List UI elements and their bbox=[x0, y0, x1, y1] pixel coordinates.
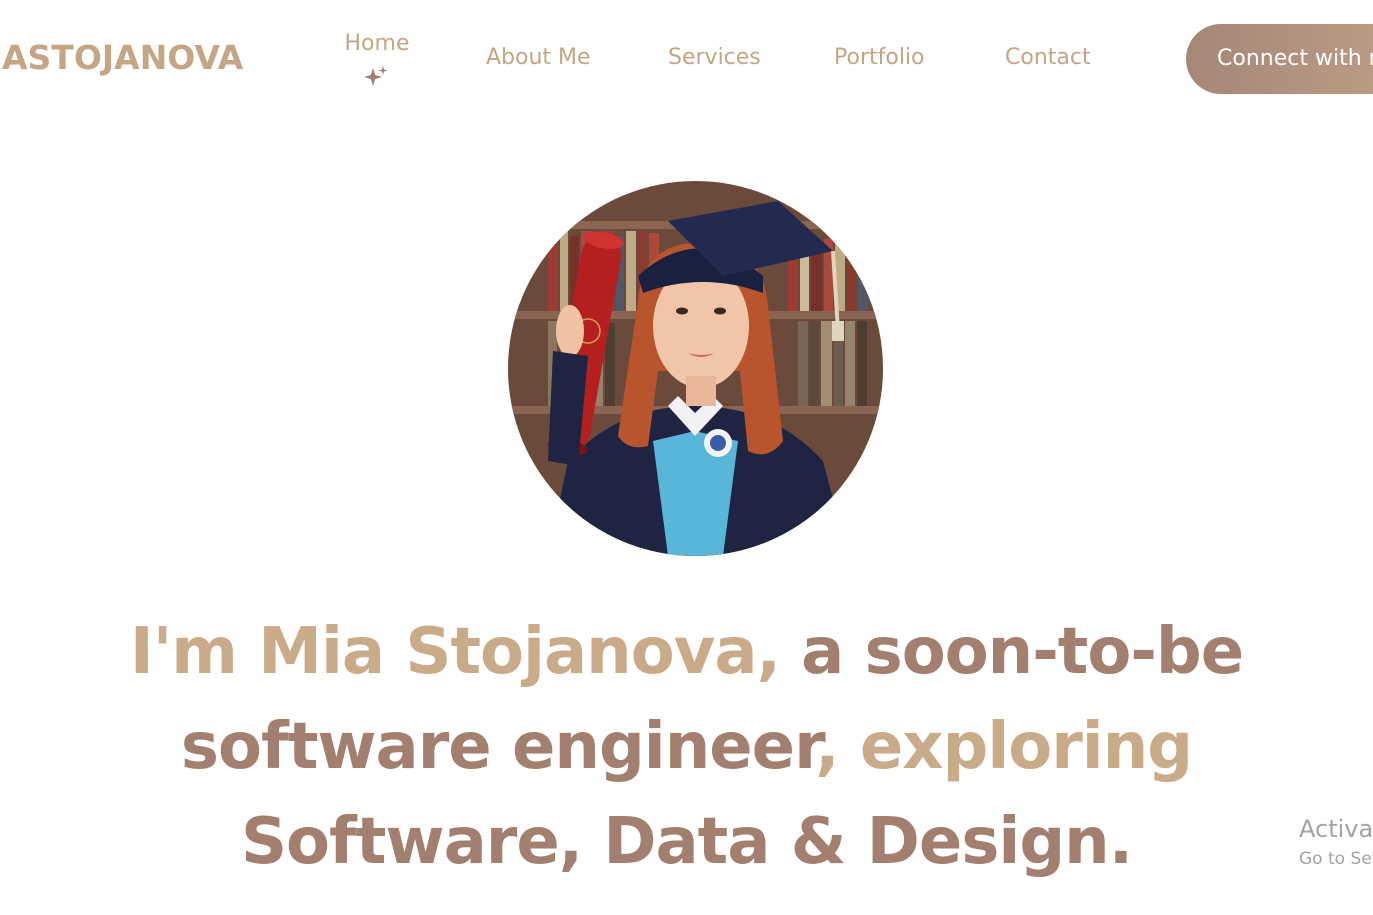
nav-item-portfolio[interactable]: Portfolio bbox=[834, 45, 925, 70]
page: ASTOJANOVA Home About Me Services Portfo… bbox=[0, 0, 1373, 915]
hero-headline: I'm Mia Stojanova, a soon-to-be software… bbox=[0, 605, 1373, 890]
headline-fields: Software, Data & Design. bbox=[240, 805, 1133, 879]
nav-item-contact[interactable]: Contact bbox=[1005, 45, 1091, 70]
headline-intro: I'm Mia Stojanova, bbox=[129, 615, 802, 689]
avatar bbox=[508, 181, 883, 556]
site-logo[interactable]: ASTOJANOVA bbox=[2, 38, 243, 77]
nav-item-about[interactable]: About Me bbox=[486, 45, 591, 70]
activate-windows-subtitle: Go to Settings to activate Windows. bbox=[1299, 849, 1373, 869]
connect-button[interactable]: Connect with me bbox=[1186, 24, 1373, 94]
nav-item-home[interactable]: Home bbox=[344, 31, 410, 56]
activate-windows-title: Activate Windows bbox=[1299, 815, 1373, 843]
sparkle-icon bbox=[364, 66, 388, 86]
nav-item-services[interactable]: Services bbox=[668, 45, 761, 70]
headline-exploring: , exploring bbox=[815, 710, 1193, 784]
graduate-portrait-icon bbox=[508, 181, 883, 556]
